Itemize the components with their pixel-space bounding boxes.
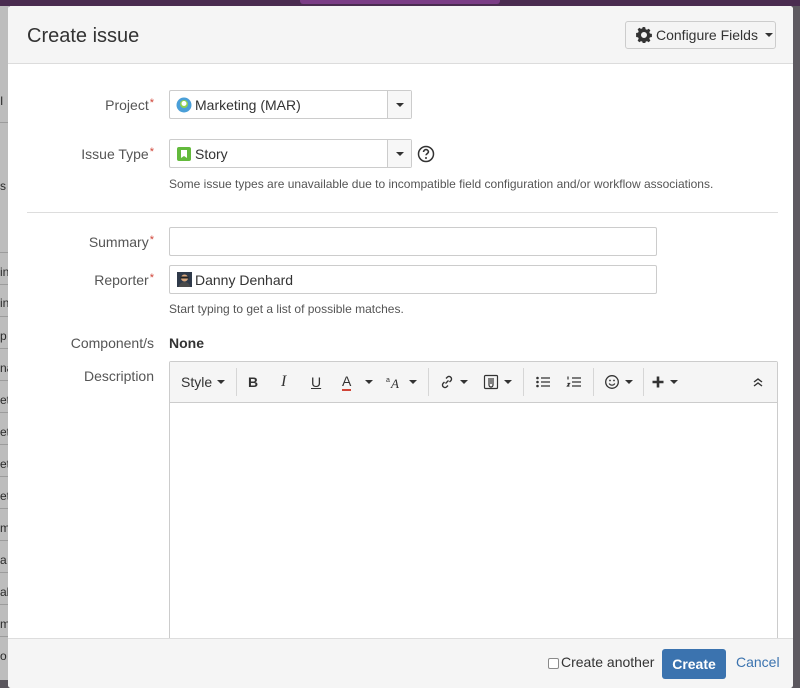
create-button[interactable]: Create — [662, 649, 726, 679]
issue-type-dropdown-toggle[interactable] — [387, 140, 411, 167]
text-effects-dropdown[interactable]: aA — [386, 372, 417, 392]
required-marker: * — [149, 272, 154, 284]
dialog-header: Create issue Configure Fields — [8, 6, 793, 64]
summary-label: Summary* — [88, 234, 154, 250]
components-label: Component/s — [70, 335, 154, 351]
project-label: Project* — [105, 97, 154, 113]
insert-more-dropdown[interactable] — [651, 372, 678, 392]
double-chevron-up-icon — [753, 378, 763, 387]
reporter-hint: Start typing to get a list of possible m… — [169, 302, 404, 316]
chevron-down-icon — [395, 151, 404, 156]
collapse-toolbar-button[interactable] — [752, 372, 764, 392]
chevron-down-icon — [217, 380, 226, 384]
required-marker: * — [149, 234, 154, 246]
project-select[interactable]: Marketing (MAR) — [169, 90, 412, 119]
attachment-icon — [483, 374, 499, 390]
configure-fields-button[interactable]: Configure Fields — [625, 21, 776, 49]
issue-type-select[interactable]: Story — [169, 139, 412, 168]
bold-button[interactable]: B — [248, 372, 258, 392]
dialog-title: Create issue — [27, 25, 140, 47]
divider — [27, 212, 778, 213]
cancel-link[interactable]: Cancel — [736, 654, 780, 670]
project-dropdown-toggle[interactable] — [387, 91, 411, 118]
avatar — [177, 272, 192, 287]
gear-icon — [636, 27, 652, 43]
project-value: Marketing (MAR) — [195, 97, 301, 113]
chevron-down-icon — [764, 33, 773, 37]
numbered-list-icon — [566, 376, 581, 387]
style-dropdown[interactable]: Style — [181, 372, 226, 392]
toolbar-separator — [643, 368, 644, 396]
underline-button[interactable]: U — [311, 372, 321, 392]
chevron-down-icon — [365, 380, 373, 384]
svg-text:A: A — [390, 376, 399, 390]
create-another-label[interactable]: Create another — [561, 654, 654, 670]
style-label: Style — [181, 374, 213, 390]
text-color-button[interactable]: A — [342, 372, 352, 392]
attachment-dropdown[interactable] — [483, 372, 512, 392]
toolbar-separator — [428, 368, 429, 396]
reporter-value: Danny Denhard — [195, 272, 294, 288]
reporter-label: Reporter* — [94, 272, 154, 288]
summary-input[interactable] — [169, 227, 657, 256]
required-marker: * — [149, 97, 154, 109]
description-textarea[interactable] — [170, 403, 777, 645]
chevron-down-icon — [504, 380, 512, 384]
svg-text:a: a — [386, 377, 390, 384]
issue-type-hint: Some issue types are unavailable due to … — [169, 177, 714, 191]
numbered-list-button[interactable] — [566, 372, 582, 392]
create-another-checkbox[interactable] — [548, 658, 559, 669]
background-top-tab — [300, 0, 500, 4]
issue-type-label: Issue Type* — [81, 146, 154, 162]
bullet-list-icon — [536, 376, 550, 388]
story-icon — [177, 147, 191, 161]
chevron-down-icon — [395, 102, 404, 107]
chevron-down-icon — [625, 380, 633, 384]
toolbar-separator — [593, 368, 594, 396]
toolbar-separator — [236, 368, 237, 396]
toolbar-separator — [523, 368, 524, 396]
description-editor: Style B I U A aA — [169, 361, 778, 646]
emoticon-icon — [605, 375, 619, 389]
components-value: None — [169, 335, 204, 351]
link-dropdown[interactable] — [439, 372, 468, 392]
dialog-footer: Create another Create Cancel — [8, 638, 793, 688]
plus-icon — [652, 376, 664, 388]
chevron-down-icon — [670, 380, 678, 384]
text-effects-icon: aA — [386, 376, 399, 390]
chevron-down-icon — [409, 380, 417, 384]
description-label: Description — [83, 368, 154, 384]
text-color-dropdown[interactable] — [365, 372, 373, 392]
chevron-down-icon — [460, 380, 468, 384]
text-color-icon: A — [342, 372, 352, 391]
bullet-list-button[interactable] — [535, 372, 551, 392]
link-icon — [441, 375, 453, 389]
help-icon[interactable] — [417, 145, 435, 163]
create-issue-dialog: Create issue Configure Fields Project* M… — [8, 6, 793, 688]
project-avatar-icon — [176, 97, 192, 113]
editor-toolbar: Style B I U A aA — [170, 362, 777, 403]
issue-type-value: Story — [195, 146, 228, 162]
reporter-input[interactable]: Danny Denhard — [169, 265, 657, 294]
emoticon-dropdown[interactable] — [604, 372, 633, 392]
italic-button[interactable]: I — [281, 372, 286, 392]
configure-fields-label: Configure Fields — [656, 27, 758, 43]
required-marker: * — [149, 146, 154, 158]
